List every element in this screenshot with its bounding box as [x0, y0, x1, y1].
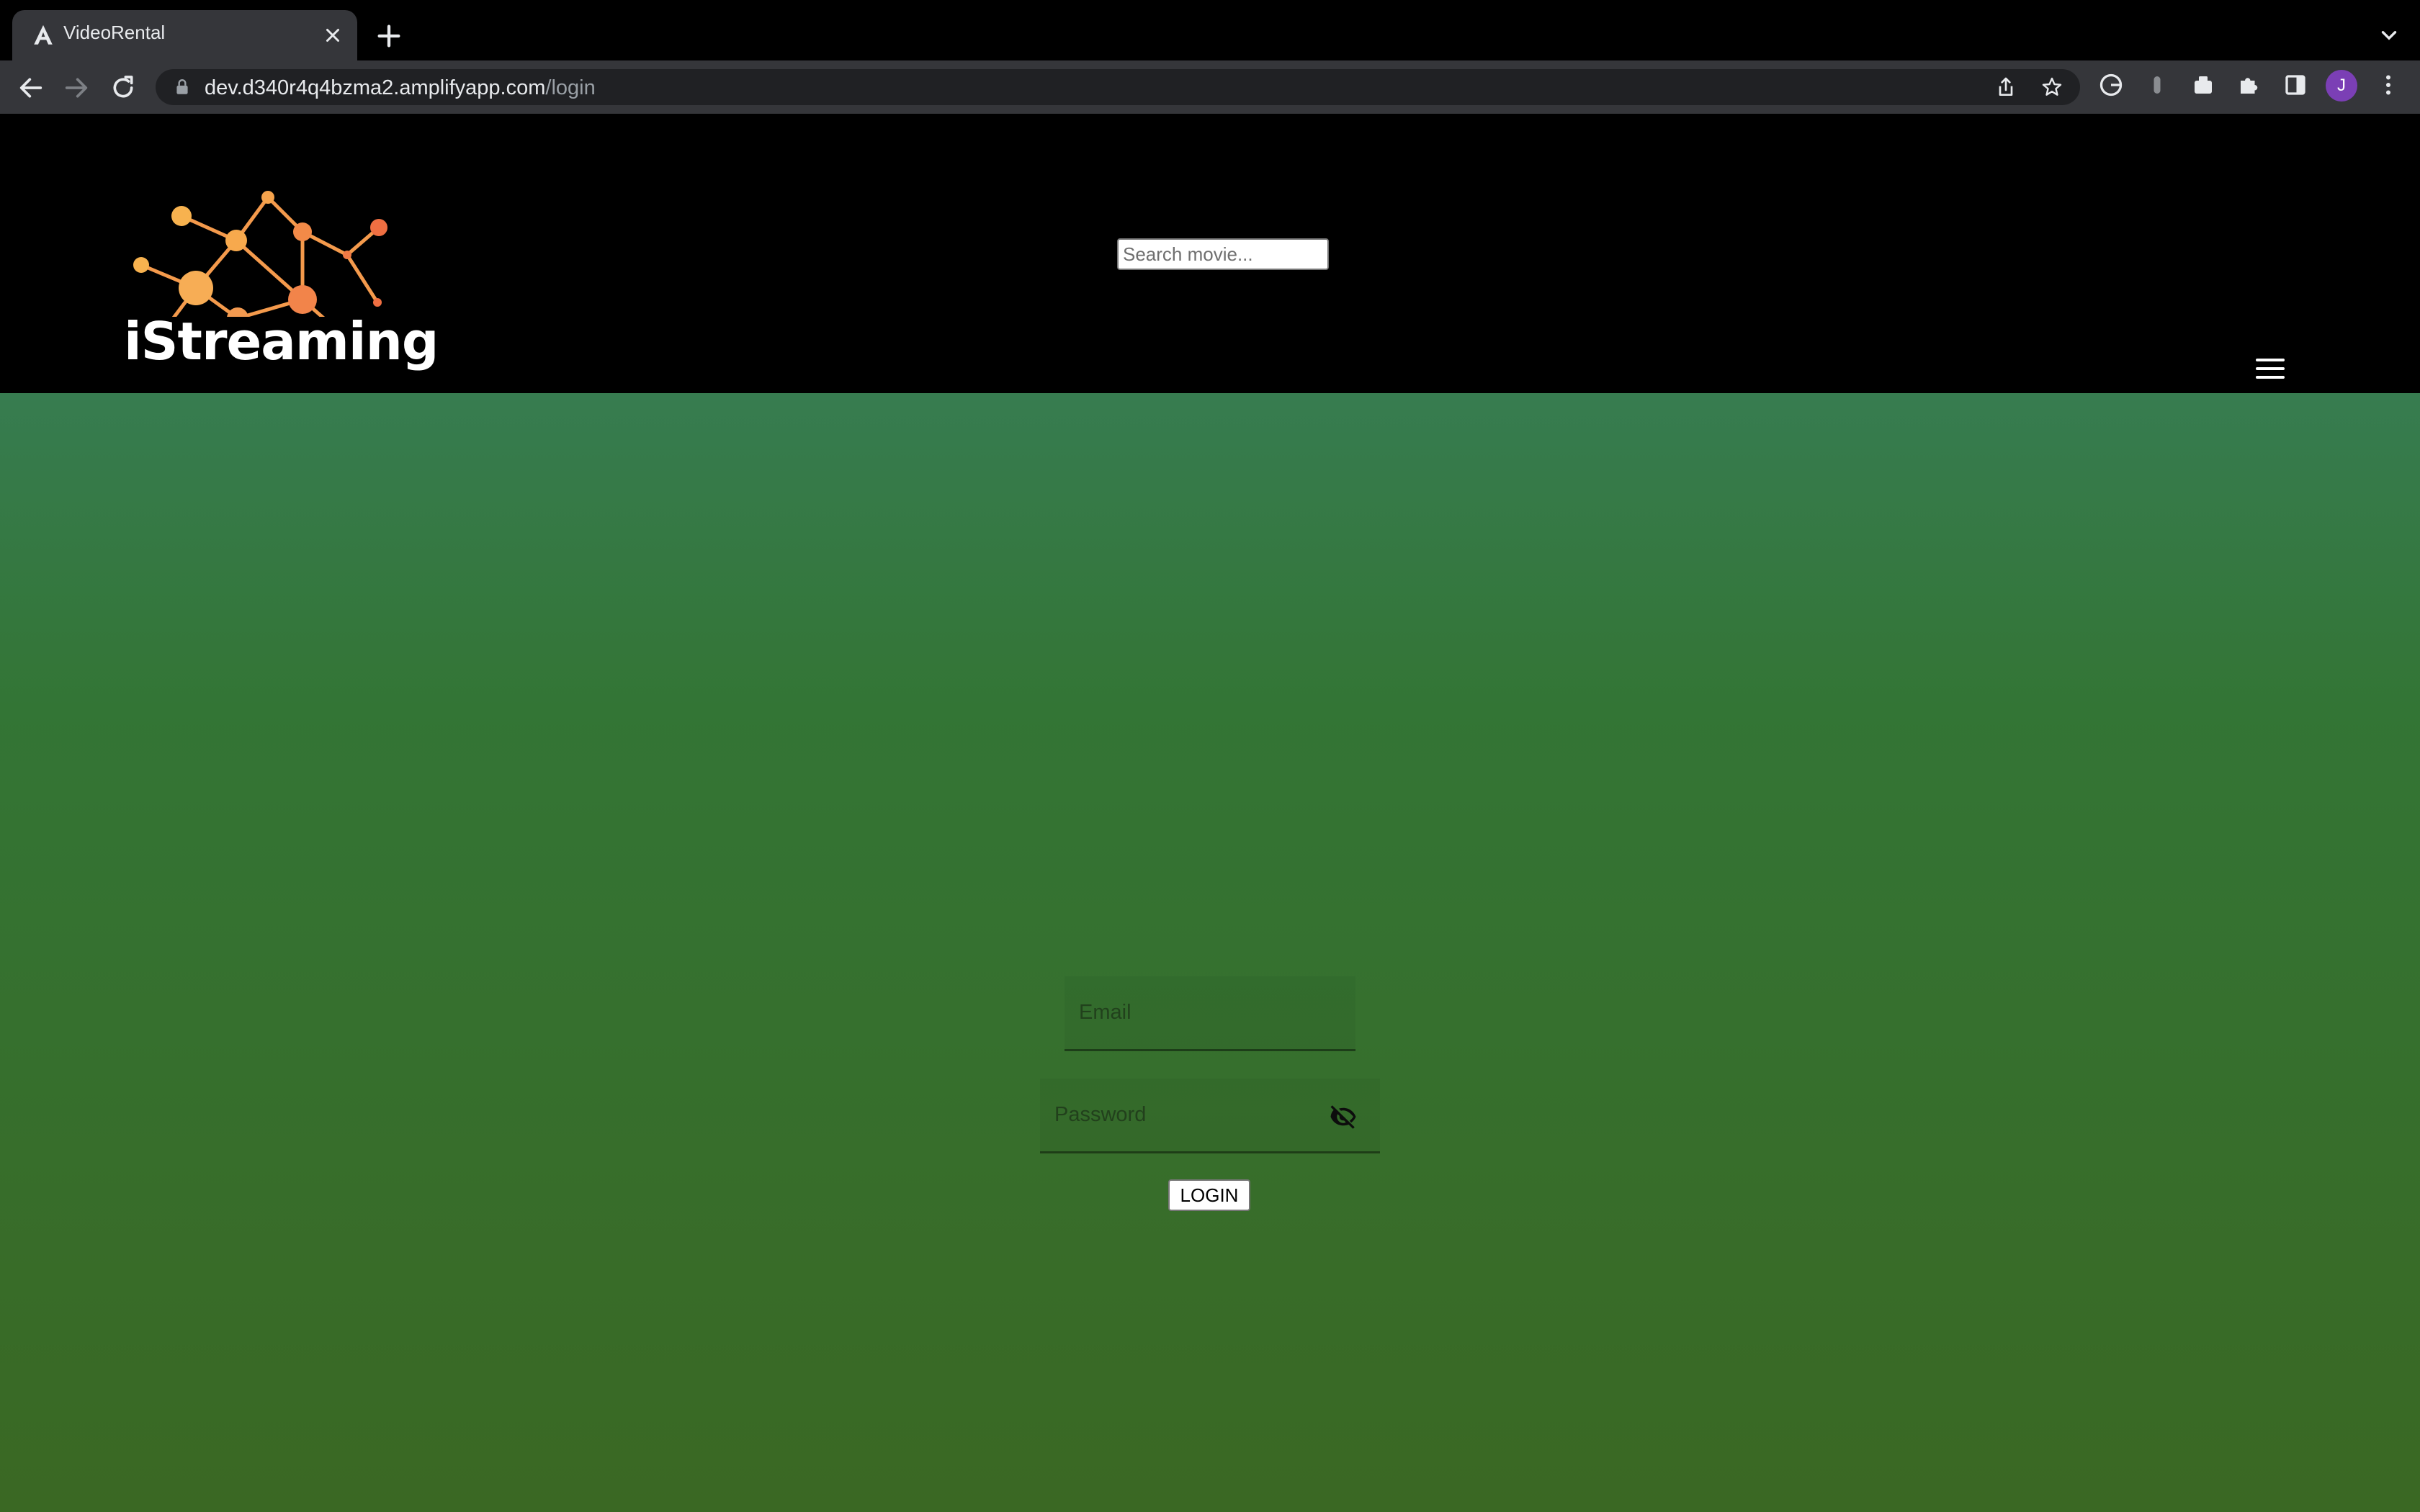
tab-title: VideoRental: [63, 22, 166, 43]
browser-tab[interactable]: VideoRental: [12, 10, 357, 60]
back-arrow-icon[interactable]: [17, 73, 45, 102]
url-text: dev.d340r4q4bzma2.amplifyapp.com/login: [205, 76, 596, 100]
reload-icon[interactable]: [109, 73, 138, 102]
close-tab-icon[interactable]: [322, 24, 344, 46]
forward-arrow-icon[interactable]: [62, 73, 91, 102]
email-field[interactable]: [1065, 976, 1355, 1051]
share-icon[interactable]: [1994, 76, 2017, 99]
url-path: /login: [545, 76, 596, 99]
site-header: iStreaming: [0, 114, 2420, 393]
browser-toolbar: dev.d340r4q4bzma2.amplifyapp.com/login J: [0, 60, 2420, 114]
address-bar[interactable]: dev.d340r4q4bzma2.amplifyapp.com/login: [156, 69, 2080, 105]
dropper-extension-icon[interactable]: [2144, 72, 2170, 98]
side-panel-icon[interactable]: [2282, 72, 2308, 98]
url-host: dev.d340r4q4bzma2.amplifyapp.com: [205, 76, 546, 99]
network-graph-logo-icon: [133, 191, 387, 338]
new-tab-icon[interactable]: [375, 22, 403, 50]
cube-extension-icon[interactable]: [2190, 72, 2216, 98]
profile-avatar[interactable]: J: [2326, 70, 2357, 102]
email-input[interactable]: [1065, 976, 1355, 1049]
puzzle-extensions-icon[interactable]: [2236, 72, 2262, 98]
search-movie-input[interactable]: [1117, 238, 1329, 270]
login-page-content: LOGIN: [0, 393, 2420, 1512]
tab-search-chevron-icon[interactable]: [2377, 23, 2401, 48]
password-field[interactable]: [1040, 1079, 1380, 1153]
angular-a-icon: [34, 24, 53, 45]
google-extension-icon[interactable]: [2098, 72, 2124, 98]
visibility-off-icon[interactable]: [1328, 1102, 1358, 1132]
lock-icon[interactable]: [173, 78, 192, 96]
logo-wordmark: iStreaming: [124, 311, 439, 372]
login-button[interactable]: LOGIN: [1168, 1179, 1250, 1211]
hamburger-menu-icon[interactable]: [2256, 357, 2285, 380]
browser-tabstrip: VideoRental: [0, 0, 2420, 60]
bookmark-star-icon[interactable]: [2040, 76, 2063, 99]
kebab-menu-icon[interactable]: [2375, 72, 2401, 98]
site-logo[interactable]: iStreaming: [121, 151, 439, 372]
